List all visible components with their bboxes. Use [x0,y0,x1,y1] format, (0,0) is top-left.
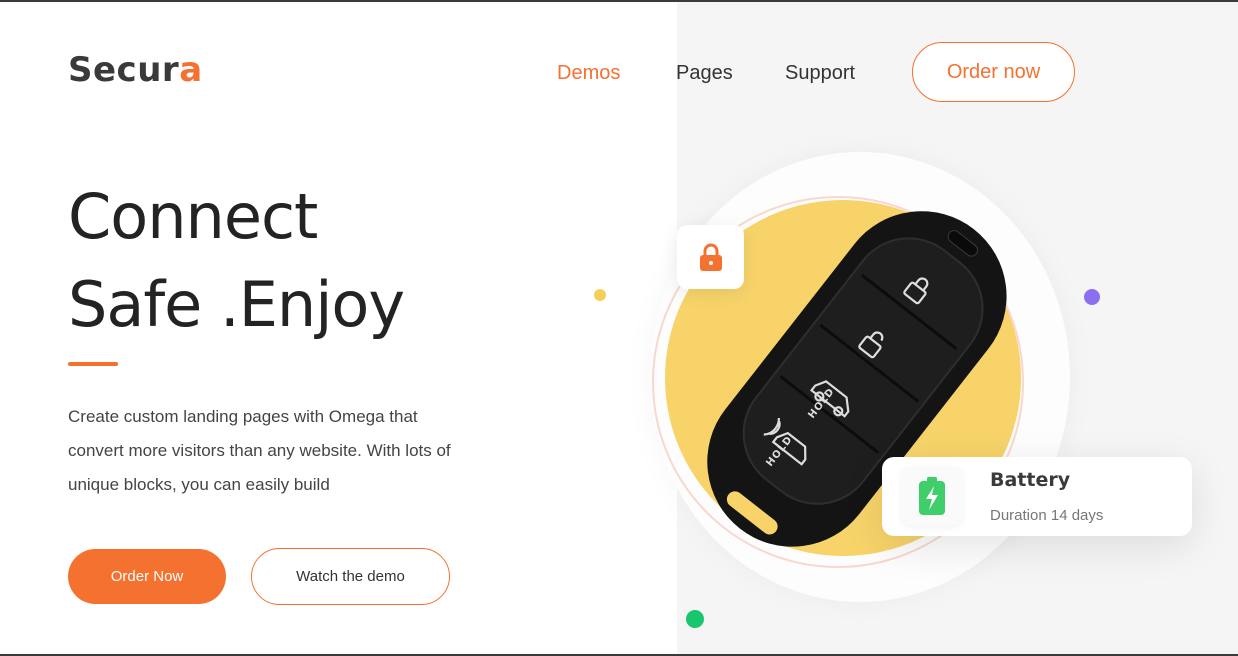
logo-accent-letter: a [179,50,203,90]
fob-unlock-icon [858,331,884,359]
battery-card: Battery Duration 14 days [882,457,1192,536]
order-now-button[interactable]: Order Now [68,549,226,604]
watch-demo-button[interactable]: Watch the demo [251,548,450,605]
logo-main-text: Secur [68,50,180,90]
hero-heading-line-2: Safe .Enjoy [68,268,405,341]
hero-description: Create custom landing pages with Omega t… [68,407,451,494]
hero-accent-divider [68,362,118,366]
hero-heading-line-1: Connect [68,180,318,253]
brand-logo[interactable]: Secura [68,50,203,90]
battery-title: Battery [990,469,1071,491]
fob-lock-icon [903,277,929,305]
battery-icon-box [902,467,962,525]
nav-link-demos[interactable]: Demos [557,62,620,85]
nav-link-support[interactable]: Support [785,62,855,85]
nav-link-pages[interactable]: Pages [676,62,733,85]
battery-charging-icon [919,477,945,515]
decor-dot-purple [1084,289,1100,305]
order-now-nav-button[interactable]: Order now [912,42,1075,102]
battery-duration: Duration 14 days [990,507,1104,524]
decor-dot-yellow [594,289,606,301]
decor-dot-green [686,610,704,628]
